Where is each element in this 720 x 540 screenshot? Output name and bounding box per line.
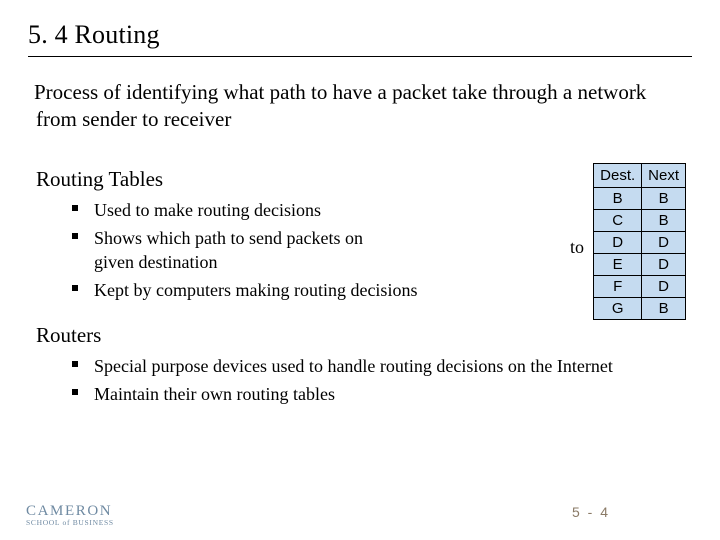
content-row: Routing Tables Used to make routing deci… <box>28 167 692 321</box>
table-row: GB <box>594 297 686 319</box>
bullet-icon <box>72 285 78 291</box>
routers-bullets: Special purpose devices used to handle r… <box>28 354 692 407</box>
list-item: Maintain their own routing tables <box>94 382 692 407</box>
cell-next: D <box>642 231 686 253</box>
logo-line1: CAMERON <box>26 504 114 519</box>
list-item: Kept by computers making routing decisio… <box>94 278 587 303</box>
cell-dest: F <box>594 275 642 297</box>
cell-next: B <box>642 209 686 231</box>
bullet-text: Shows which path to send packets on <box>94 228 363 248</box>
cell-dest: E <box>594 253 642 275</box>
footer: CAMERON SCHOOL of BUSINESS 5 - 4 <box>0 496 720 526</box>
routers-block: Routers Special purpose devices used to … <box>28 323 692 407</box>
cell-next: D <box>642 275 686 297</box>
bullet-icon <box>72 361 78 367</box>
cell-dest: G <box>594 297 642 319</box>
table-header-row: Dest. Next <box>594 163 686 187</box>
col-dest: Dest. <box>594 163 642 187</box>
routers-heading: Routers <box>28 323 692 348</box>
bullet-text: Maintain their own routing tables <box>94 384 335 404</box>
bullet-icon <box>72 205 78 211</box>
bullet-icon <box>72 389 78 395</box>
col-next: Next <box>642 163 686 187</box>
stray-text: to <box>570 237 584 258</box>
table-row: CB <box>594 209 686 231</box>
table-row: DD <box>594 231 686 253</box>
slide-title: 5. 4 Routing <box>28 20 692 50</box>
cell-next: D <box>642 253 686 275</box>
list-item: Special purpose devices used to handle r… <box>94 354 692 379</box>
slide: 5. 4 Routing Process of identifying what… <box>0 0 720 407</box>
page-number: 5 - 4 <box>572 504 610 520</box>
bullet-text-cont: given destination <box>94 252 217 272</box>
left-column: Routing Tables Used to make routing deci… <box>28 167 587 321</box>
cell-next: B <box>642 297 686 319</box>
cell-dest: C <box>594 209 642 231</box>
bullet-icon <box>72 233 78 239</box>
bullet-text: Used to make routing decisions <box>94 200 321 220</box>
logo-line2: SCHOOL of BUSINESS <box>26 519 114 527</box>
bullet-text: Special purpose devices used to handle r… <box>94 356 613 376</box>
table-row: FD <box>594 275 686 297</box>
table-row: BB <box>594 187 686 209</box>
routing-tables-bullets: Used to make routing decisions Shows whi… <box>28 198 587 303</box>
routing-table-wrap: Dest. Next BB CB DD ED FD GB <box>593 163 686 320</box>
logo: CAMERON SCHOOL of BUSINESS <box>26 504 114 527</box>
cell-next: B <box>642 187 686 209</box>
routing-tables-heading: Routing Tables <box>28 167 587 192</box>
title-rule <box>28 56 692 57</box>
bullet-text: Kept by computers making routing decisio… <box>94 280 417 300</box>
intro-paragraph: Process of identifying what path to have… <box>28 79 692 133</box>
routing-table: Dest. Next BB CB DD ED FD GB <box>593 163 686 320</box>
cell-dest: B <box>594 187 642 209</box>
cell-dest: D <box>594 231 642 253</box>
list-item: Used to make routing decisions <box>94 198 587 223</box>
list-item: Shows which path to send packets on given… <box>94 226 587 276</box>
table-row: ED <box>594 253 686 275</box>
